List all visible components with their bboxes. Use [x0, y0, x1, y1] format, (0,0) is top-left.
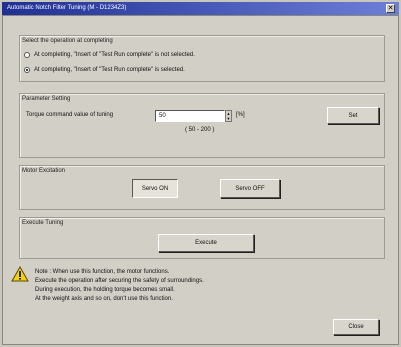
motor-group-label: Motor Excitation	[22, 168, 66, 174]
torque-label: Torque command value of tuning	[26, 112, 114, 118]
torque-unit: [%]	[236, 112, 245, 118]
torque-range: ( 50 - 200 )	[185, 127, 215, 133]
radio-not-selected[interactable]: At completing, "Insert of "Test Run comp…	[24, 50, 195, 60]
torque-input[interactable]: 50	[155, 110, 225, 122]
warning-icon	[11, 266, 29, 282]
close-button[interactable]: Close	[333, 319, 379, 335]
radio-label: At completing, "Insert of "Test Run comp…	[34, 67, 185, 73]
note-line: During execution, the holding torque bec…	[35, 287, 175, 293]
radio-selected[interactable]: At completing, "Insert of "Test Run comp…	[24, 65, 185, 75]
operation-group-label: Select the operation at completing	[22, 38, 113, 44]
note-line: Note : When use this function, the motor…	[35, 269, 170, 275]
servo-off-button[interactable]: Servo OFF	[220, 179, 280, 198]
servo-on-button[interactable]: Servo ON	[132, 179, 178, 198]
note-line: At the weight axis and so on, don't use …	[35, 296, 173, 302]
execute-button[interactable]: Execute	[158, 234, 254, 252]
radio-icon[interactable]	[24, 52, 30, 58]
dialog-window: Select the operation at completing At co…	[2, 15, 399, 345]
parameter-group-label: Parameter Setting	[22, 96, 71, 102]
operation-group: Select the operation at completing At co…	[19, 35, 385, 82]
motor-group: Motor Excitation Servo ON Servo OFF	[19, 165, 385, 210]
spin-down-icon[interactable]: ▼	[226, 116, 231, 121]
radio-label: At completing, "Insert of "Test Run comp…	[34, 52, 195, 58]
torque-stepper[interactable]: ▲ ▼	[225, 110, 232, 122]
close-icon[interactable]: ✕	[386, 4, 395, 13]
parameter-group: Parameter Setting Torque command value o…	[19, 93, 385, 158]
set-button[interactable]: Set	[327, 107, 379, 124]
radio-checked-icon[interactable]	[24, 67, 30, 73]
tuning-group-label: Execute Tuning	[22, 220, 64, 226]
tuning-group: Execute Tuning Execute	[19, 217, 385, 259]
title-bar: Automatic Notch Filter Tuning (M - D1234…	[2, 2, 399, 15]
note-line: Execute the operation after securing the…	[35, 278, 204, 284]
window-title: Automatic Notch Filter Tuning (M - D1234…	[7, 5, 127, 11]
